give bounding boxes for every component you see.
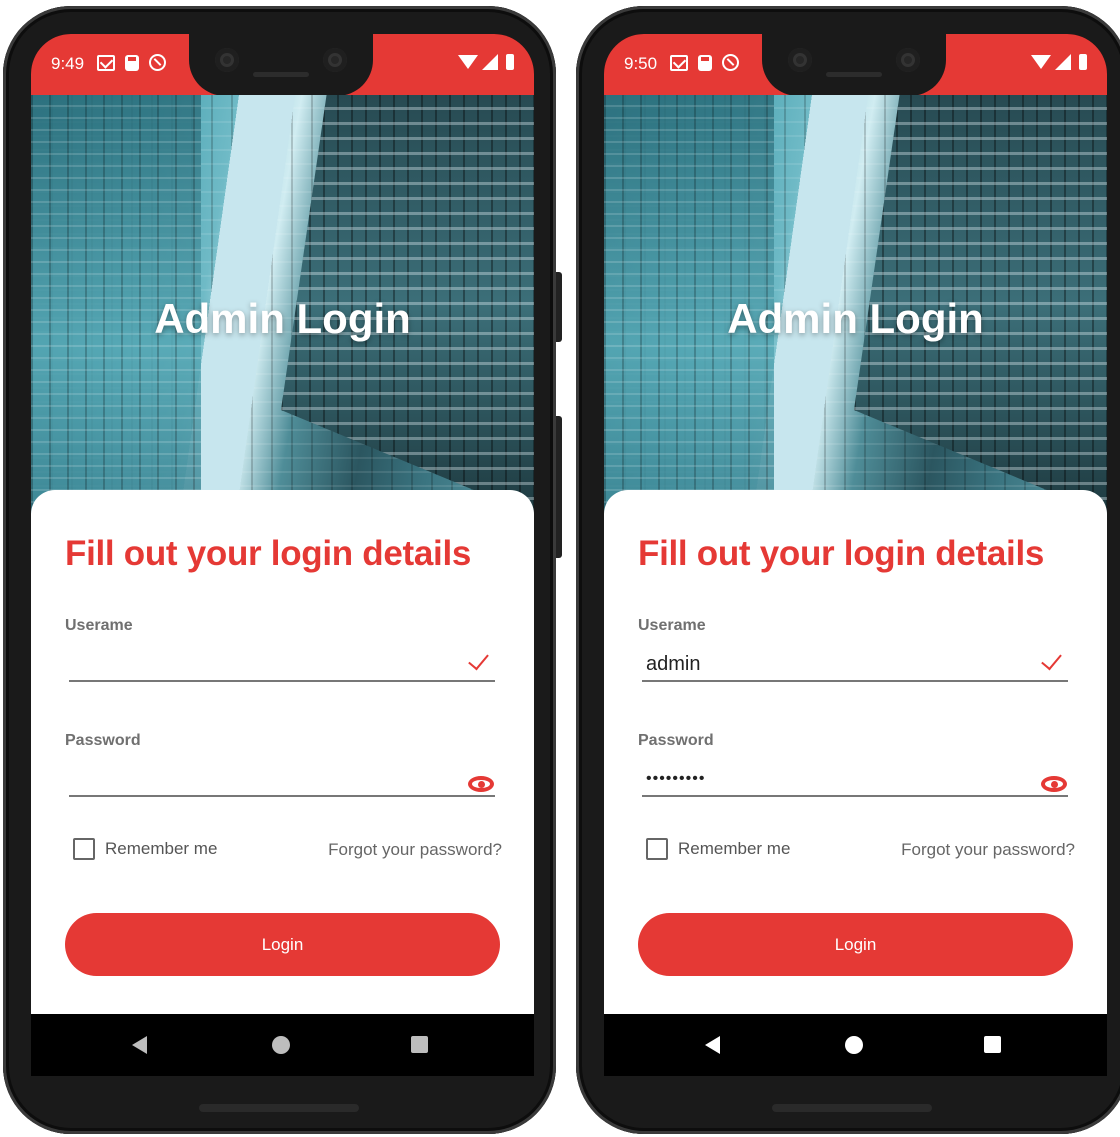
home-icon[interactable] [845,1036,863,1054]
volume-button [556,416,562,558]
notification-icons [670,54,739,71]
username-label: Userame [65,617,133,634]
home-icon[interactable] [272,1036,290,1054]
remember-label: Remember me [678,839,791,858]
phone-frame-left: 9:49 Admin Login Fill out your login det… [3,6,562,1134]
front-camera [896,48,920,72]
front-camera [788,48,812,72]
page-title: Admin Login [727,295,984,342]
forgot-password-link[interactable]: Forgot your password? [328,840,502,860]
camera-notch [762,34,946,96]
mail-icon [670,54,688,71]
remember-label: Remember me [105,839,218,858]
form-heading: Fill out your login details [638,534,1045,573]
recents-icon[interactable] [984,1036,1001,1053]
forgot-password-link[interactable]: Forgot your password? [901,840,1075,860]
front-camera [215,48,239,72]
front-camera [323,48,347,72]
password-input[interactable] [69,763,495,797]
screen-left: 9:49 Admin Login Fill out your login det… [31,34,534,1076]
remember-me[interactable]: Remember me [73,838,217,860]
phone-frame-right: 9:50 Admin Login Fill out your login det… [576,6,1120,1134]
mail-icon [97,54,115,71]
username-input[interactable] [69,648,495,682]
login-button[interactable]: Login [638,913,1073,976]
system-icons [458,54,514,70]
earpiece [826,72,882,77]
eye-icon[interactable] [468,776,494,792]
back-icon[interactable] [705,1036,720,1054]
form-heading: Fill out your login details [65,534,472,573]
navigation-bar [31,1014,534,1076]
notification-icons [97,54,166,71]
username-input[interactable] [642,648,1068,682]
wifi-icon [458,55,478,69]
power-button [556,272,562,342]
eye-icon[interactable] [1041,776,1067,792]
do-not-disturb-icon [149,54,166,71]
sd-card-icon [125,54,139,71]
signal-icon [482,54,498,70]
remember-me[interactable]: Remember me [646,838,790,860]
password-label: Password [65,732,141,749]
password-label: Password [638,732,714,749]
password-input[interactable] [642,763,1068,797]
battery-icon [506,54,514,70]
earpiece [253,72,309,77]
login-button[interactable]: Login [65,913,500,976]
page-title: Admin Login [154,295,411,342]
status-time: 9:50 [624,54,658,73]
login-card: Fill out your login details Userame Pass… [604,490,1107,1014]
navigation-bar [604,1014,1107,1076]
sd-card-icon [698,54,712,71]
screen-right: 9:50 Admin Login Fill out your login det… [604,34,1107,1076]
phone-chin [199,1104,359,1112]
remember-checkbox[interactable] [646,838,668,860]
username-label: Userame [638,617,706,634]
back-icon[interactable] [132,1036,147,1054]
login-card: Fill out your login details Userame Pass… [31,490,534,1014]
wifi-icon [1031,55,1051,69]
recents-icon[interactable] [411,1036,428,1053]
camera-notch [189,34,373,96]
status-time: 9:49 [51,54,85,73]
system-icons [1031,54,1087,70]
do-not-disturb-icon [722,54,739,71]
hero-image: Admin Login [31,95,534,515]
remember-checkbox[interactable] [73,838,95,860]
signal-icon [1055,54,1071,70]
phone-chin [772,1104,932,1112]
battery-icon [1079,54,1087,70]
hero-image: Admin Login [604,95,1107,515]
